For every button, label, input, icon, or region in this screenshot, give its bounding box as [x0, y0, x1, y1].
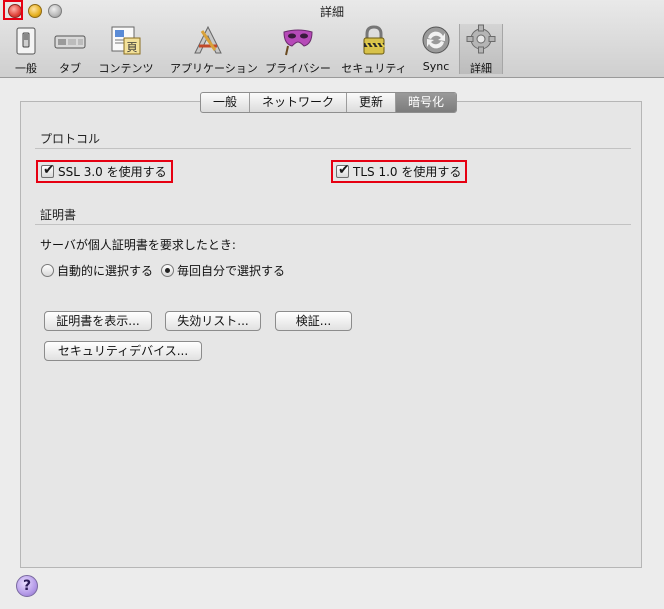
security-devices-button[interactable]: セキュリティデバイス...: [44, 341, 202, 361]
minimize-button[interactable]: [28, 4, 42, 18]
tab-network[interactable]: ネットワーク: [250, 93, 348, 112]
toolbar-security[interactable]: セキュリティ: [341, 24, 407, 75]
window-title: 詳細: [319, 5, 344, 19]
ssl-label: SSL 3.0 を使用する: [58, 165, 167, 179]
checkmark-icon: ✔: [338, 162, 350, 178]
view-certificates-button[interactable]: 証明書を表示...: [44, 311, 152, 331]
sync-icon: [422, 26, 450, 54]
gear-icon: [466, 24, 496, 54]
radio-ask-every-time-label: 毎回自分で選択する: [177, 264, 286, 278]
radio-ask-every-time[interactable]: [161, 264, 175, 277]
preferences-window: 詳細 一般 タブ 頁 コンテンツ アプリケーション プライバシー セキュリティ …: [0, 0, 664, 609]
tls-label: TLS 1.0 を使用する: [353, 165, 462, 179]
toolbar-content[interactable]: 頁 コンテンツ: [99, 24, 154, 75]
toolbar-privacy[interactable]: プライバシー: [265, 24, 331, 75]
tab-update[interactable]: 更新: [347, 93, 397, 112]
protocol-separator: [35, 148, 631, 149]
help-button[interactable]: ?: [16, 575, 38, 597]
content-icon: 頁: [111, 26, 141, 55]
svg-text:頁: 頁: [127, 41, 138, 54]
toolbar: 詳細 一般 タブ 頁 コンテンツ アプリケーション プライバシー セキュリティ …: [0, 0, 664, 78]
toolbar-advanced[interactable]: 詳細: [459, 24, 503, 75]
privacy-mask-icon: [283, 29, 313, 56]
tab-bar: 一般 ネットワーク 更新 暗号化: [200, 92, 458, 113]
toolbar-applications[interactable]: アプリケーション: [170, 24, 258, 75]
ssl-checkbox-row[interactable]: ✔ SSL 3.0 を使用する: [36, 160, 173, 183]
ssl-checkbox[interactable]: ✔: [41, 162, 55, 178]
tabs-icon: [54, 35, 86, 49]
toolbar-advanced-label: 詳細: [470, 62, 492, 75]
certificate-radio-group: 自動的に選択する 毎回自分で選択する: [41, 262, 293, 279]
radio-auto-select-label: 自動的に選択する: [57, 264, 154, 278]
checkmark-icon: ✔: [43, 162, 55, 178]
tls-checkbox[interactable]: ✔: [336, 162, 350, 178]
tab-encryption[interactable]: 暗号化: [396, 93, 457, 112]
toolbar-tabs[interactable]: タブ: [52, 24, 88, 75]
validation-button[interactable]: 検証...: [275, 311, 352, 331]
toolbar-content-label: コンテンツ: [98, 62, 154, 75]
light-switch-icon: [16, 27, 36, 55]
lock-icon: [363, 25, 385, 55]
certificate-prompt: サーバが個人証明書を要求したとき:: [40, 238, 236, 252]
protocol-section-title: プロトコル: [40, 132, 101, 146]
applications-icon: [194, 25, 222, 54]
close-button-highlight: [3, 0, 23, 20]
zoom-button[interactable]: [48, 4, 62, 18]
tls-checkbox-row[interactable]: ✔ TLS 1.0 を使用する: [331, 160, 468, 183]
toolbar-privacy-label: プライバシー: [265, 62, 331, 75]
toolbar-applications-label: アプリケーション: [170, 62, 258, 75]
tab-general[interactable]: 一般: [201, 93, 251, 112]
certificates-section-title: 証明書: [40, 208, 77, 222]
certificates-separator: [35, 224, 631, 225]
revocation-lists-button[interactable]: 失効リスト...: [165, 311, 261, 331]
radio-auto-select[interactable]: [41, 264, 54, 277]
